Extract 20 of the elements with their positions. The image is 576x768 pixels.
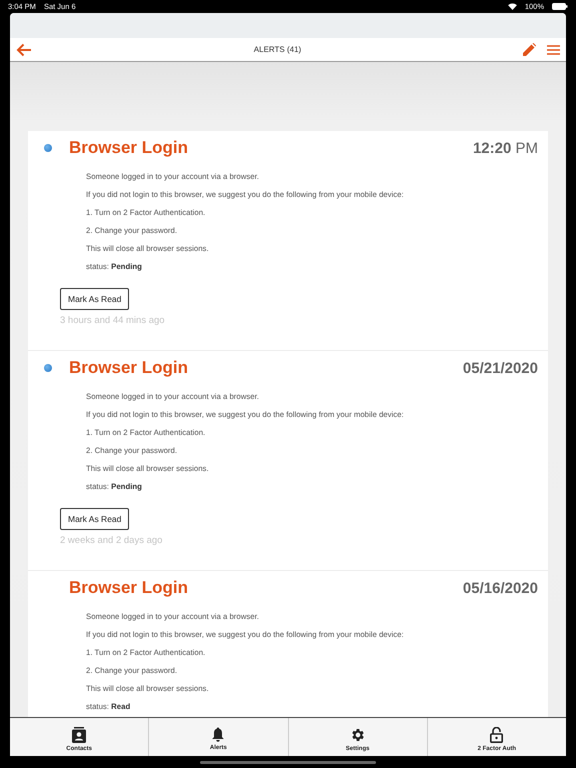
unlocked-padlock-icon — [490, 726, 504, 742]
alert-time: 12:20 PM — [472, 140, 539, 156]
menu-icon[interactable] — [547, 44, 560, 54]
pencil-icon[interactable] — [523, 43, 536, 56]
wifi-icon — [508, 3, 517, 10]
mark-as-read-button[interactable]: Mark As Read — [60, 288, 130, 310]
contact-card-icon — [72, 726, 86, 742]
time-ago: 2 weeks and 2 days ago — [60, 535, 164, 546]
alert-title: Browser Login — [69, 578, 190, 598]
alert-time: 05/16/2020 — [462, 580, 539, 596]
alert-title: Browser Login — [69, 138, 190, 158]
battery-icon — [552, 3, 568, 10]
alert-title: Browser Login — [69, 358, 190, 378]
nav-title: ALERTS (41) — [252, 45, 302, 54]
alert-time: 05/21/2020 — [462, 360, 539, 376]
mark-as-read-button[interactable]: Mark As Read — [60, 508, 130, 530]
bell-icon — [212, 727, 224, 742]
back-arrow-icon[interactable] — [16, 42, 32, 56]
settings-icon — [350, 726, 366, 742]
time-ago: 3 hours and 44 mins ago — [60, 315, 166, 326]
